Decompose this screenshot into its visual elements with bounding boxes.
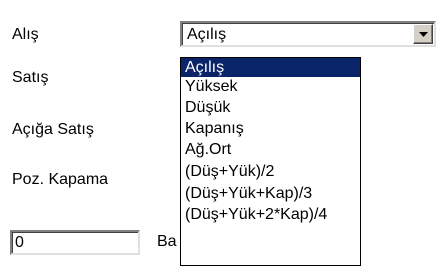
dropdown-item-dus-yuk-kap-3[interactable]: (Düş+Yük+Kap)/3 [181,184,360,203]
dropdown-item-dusuk[interactable]: Düşük [181,98,360,117]
dropdown-item-acilis[interactable]: Açılış [181,58,360,77]
dropdown-item-dus-yuk-2[interactable]: (Düş+Yük)/2 [181,162,360,181]
satis-label: Satış [12,69,49,86]
dropdown-item-yuksek[interactable]: Yüksek [181,77,360,96]
dropdown-item-ag-ort[interactable]: Ağ.Ort [181,140,360,159]
ba-label: Ba [157,233,177,250]
dropdown-item-dus-yuk-2kap-4[interactable]: (Düş+Yük+2*Kap)/4 [181,205,360,224]
value-input[interactable] [10,230,140,255]
dropdown-item-kapanis[interactable]: Kapanış [181,119,360,138]
combobox-dropdown-button[interactable] [413,24,433,44]
combobox-value: Açılış [187,26,227,43]
price-type-combobox[interactable]: Açılış [180,21,436,47]
aciga-satis-label: Açığa Satış [12,121,94,138]
price-type-dropdown-list[interactable]: Açılış Yüksek Düşük Kapanış Ağ.Ort (Düş+… [180,57,361,266]
poz-kapama-label: Poz. Kapama [12,171,109,188]
chevron-down-icon [419,32,428,37]
alis-label: Alış [12,26,39,43]
